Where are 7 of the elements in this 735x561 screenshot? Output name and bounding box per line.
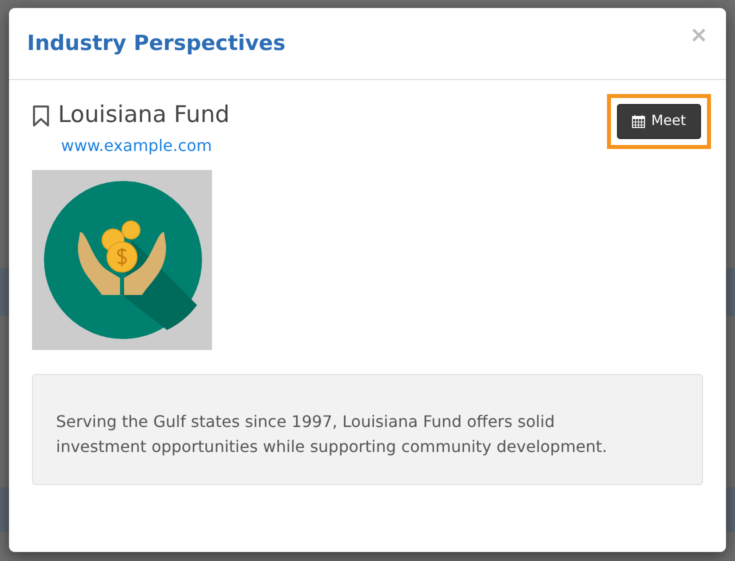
website-link[interactable]: www.example.com <box>61 134 212 158</box>
fund-name: Louisiana Fund <box>58 102 230 130</box>
description-text: Serving the Gulf states since 1997, Louisiana Fund offers solid investment opportunities while supporting community development. <box>32 374 703 485</box>
calendar-icon <box>632 115 646 128</box>
meet-button[interactable]: Meet <box>617 104 701 139</box>
bookmark-icon[interactable] <box>32 104 50 127</box>
modal-title: Industry Perspectives <box>27 30 286 56</box>
